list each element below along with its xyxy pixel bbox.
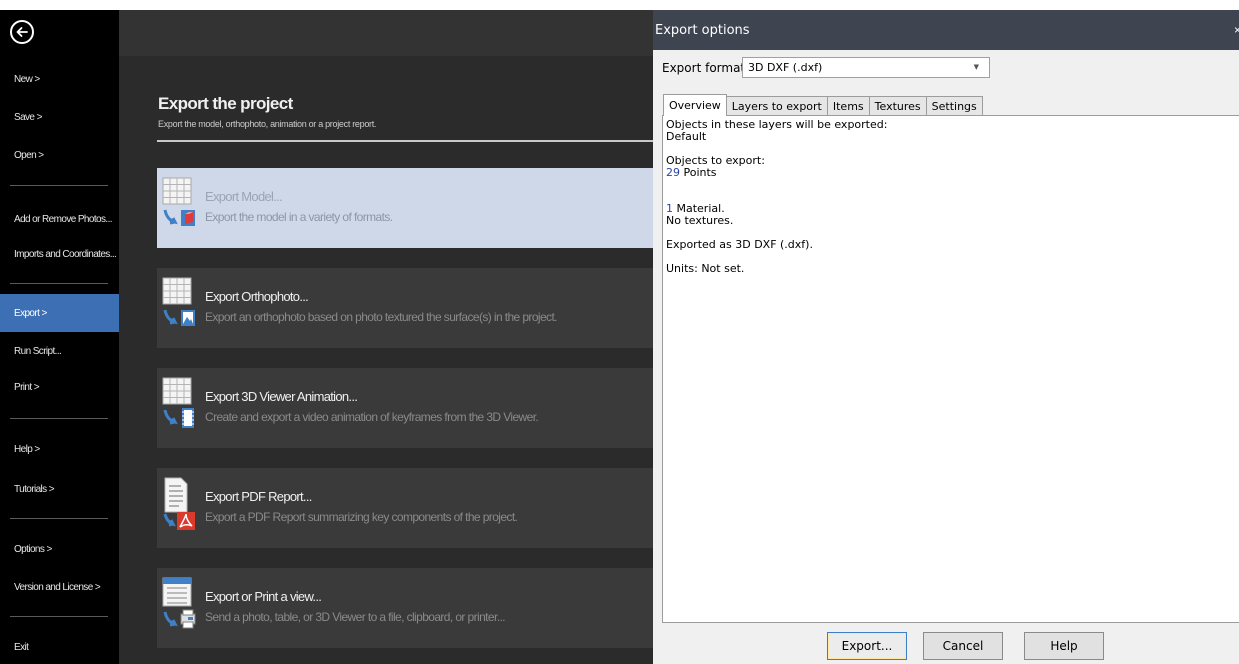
print-view-icon [161, 576, 199, 632]
nav-divider [10, 185, 108, 186]
close-icon[interactable]: × [1234, 23, 1239, 37]
tab-layers-to-export[interactable]: Layers to export [725, 96, 828, 116]
points-label: Points [683, 166, 717, 179]
export-orthophoto-card[interactable]: Export Orthophoto... Export an orthophot… [157, 268, 653, 348]
export-animation-card[interactable]: Export 3D Viewer Animation... Create and… [157, 368, 653, 448]
nav-divider [10, 616, 108, 617]
tab-items[interactable]: Items [826, 96, 870, 116]
page-title: Export the project [158, 94, 293, 113]
nav-item-print[interactable]: Print > [0, 368, 119, 406]
objects-heading: Objects to export: [666, 154, 765, 167]
export-orthophoto-icon [161, 276, 199, 332]
card-title: Export PDF Report... [205, 489, 312, 504]
export-format-select[interactable]: 3D DXF (.dxf) ▼ [742, 57, 990, 78]
units-summary: Units: Not set. [666, 262, 745, 275]
card-title: Export Model... [205, 189, 283, 204]
chevron-down-icon: ▼ [973, 63, 979, 71]
export-model-icon [161, 176, 199, 232]
title-divider [157, 140, 653, 142]
nav-item-new[interactable]: New > [0, 60, 119, 98]
export-animation-icon [161, 376, 199, 432]
export-print-view-card[interactable]: Export or Print a view... Send a photo, … [157, 568, 653, 648]
export-pdf-report-card[interactable]: Export PDF Report... Export a PDF Report… [157, 468, 653, 548]
layers-value: Default [666, 130, 707, 143]
nav-item-run-script[interactable]: Run Script... [0, 332, 119, 370]
backstage-nav: New > Save > Open > Add or Remove Photos… [0, 10, 119, 664]
nav-item-help[interactable]: Help > [0, 430, 119, 468]
card-title: Export Orthophoto... [205, 289, 309, 304]
points-summary: 29 Points [666, 167, 1236, 179]
nav-item-version-license[interactable]: Version and License > [0, 568, 119, 606]
nav-item-tutorials[interactable]: Tutorials > [0, 470, 119, 508]
nav-divider [10, 418, 108, 419]
card-description: Export the model in a variety of formats… [205, 210, 393, 224]
export-format-value: 3D DXF (.dxf) [748, 61, 823, 74]
back-arrow-icon[interactable] [10, 20, 34, 44]
screen: New > Save > Open > Add or Remove Photos… [0, 0, 1239, 664]
nav-divider [10, 283, 108, 284]
pdf-report-icon [161, 476, 199, 532]
card-title: Export or Print a view... [205, 589, 322, 604]
card-description: Create and export a video animation of k… [205, 410, 539, 424]
textures-summary: No textures. [666, 214, 734, 227]
card-title: Export 3D Viewer Animation... [205, 389, 358, 404]
card-description: Send a photo, table, or 3D Viewer to a f… [205, 610, 506, 624]
tab-overview[interactable]: Overview [663, 94, 727, 116]
nav-item-export[interactable]: Export > [0, 294, 119, 332]
nav-item-open[interactable]: Open > [0, 136, 119, 174]
card-description: Export a PDF Report summarizing key comp… [205, 510, 518, 524]
nav-item-imports-coordinates[interactable]: Imports and Coordinates... [0, 235, 119, 273]
nav-item-exit[interactable]: Exit [0, 628, 119, 664]
export-options-dialog: Export options × Export format: 3D DXF (… [653, 10, 1239, 664]
nav-item-save[interactable]: Save > [0, 98, 119, 136]
panel-header-bar [119, 10, 653, 56]
export-format-label: Export format: [662, 61, 750, 75]
tab-bar: Overview Layers to export Items Textures… [663, 94, 983, 116]
tab-settings[interactable]: Settings [925, 96, 983, 116]
export-button[interactable]: Export... [827, 632, 907, 660]
card-description: Export an orthophoto based on photo text… [205, 310, 558, 324]
points-count[interactable]: 29 [666, 166, 680, 179]
nav-item-add-remove-photos[interactable]: Add or Remove Photos... [0, 200, 119, 238]
dialog-titlebar[interactable]: Export options × [653, 10, 1239, 50]
cancel-button[interactable]: Cancel [923, 632, 1003, 660]
material-summary: 1 Material. [666, 203, 1236, 215]
page-subtitle: Export the model, orthophoto, animation … [158, 119, 377, 129]
nav-divider [10, 518, 108, 519]
layers-heading: Objects in these layers will be exported… [666, 118, 888, 131]
nav-item-options[interactable]: Options > [0, 530, 119, 568]
exported-as: Exported as 3D DXF (.dxf). [666, 238, 813, 251]
help-button[interactable]: Help [1024, 632, 1104, 660]
tab-textures[interactable]: Textures [868, 96, 927, 116]
export-panel: Export the project Export the model, ort… [119, 10, 653, 664]
overview-panel: Objects in these layers will be exported… [662, 115, 1239, 623]
dialog-title: Export options [655, 23, 750, 38]
export-model-card[interactable]: Export Model... Export the model in a va… [157, 168, 653, 248]
